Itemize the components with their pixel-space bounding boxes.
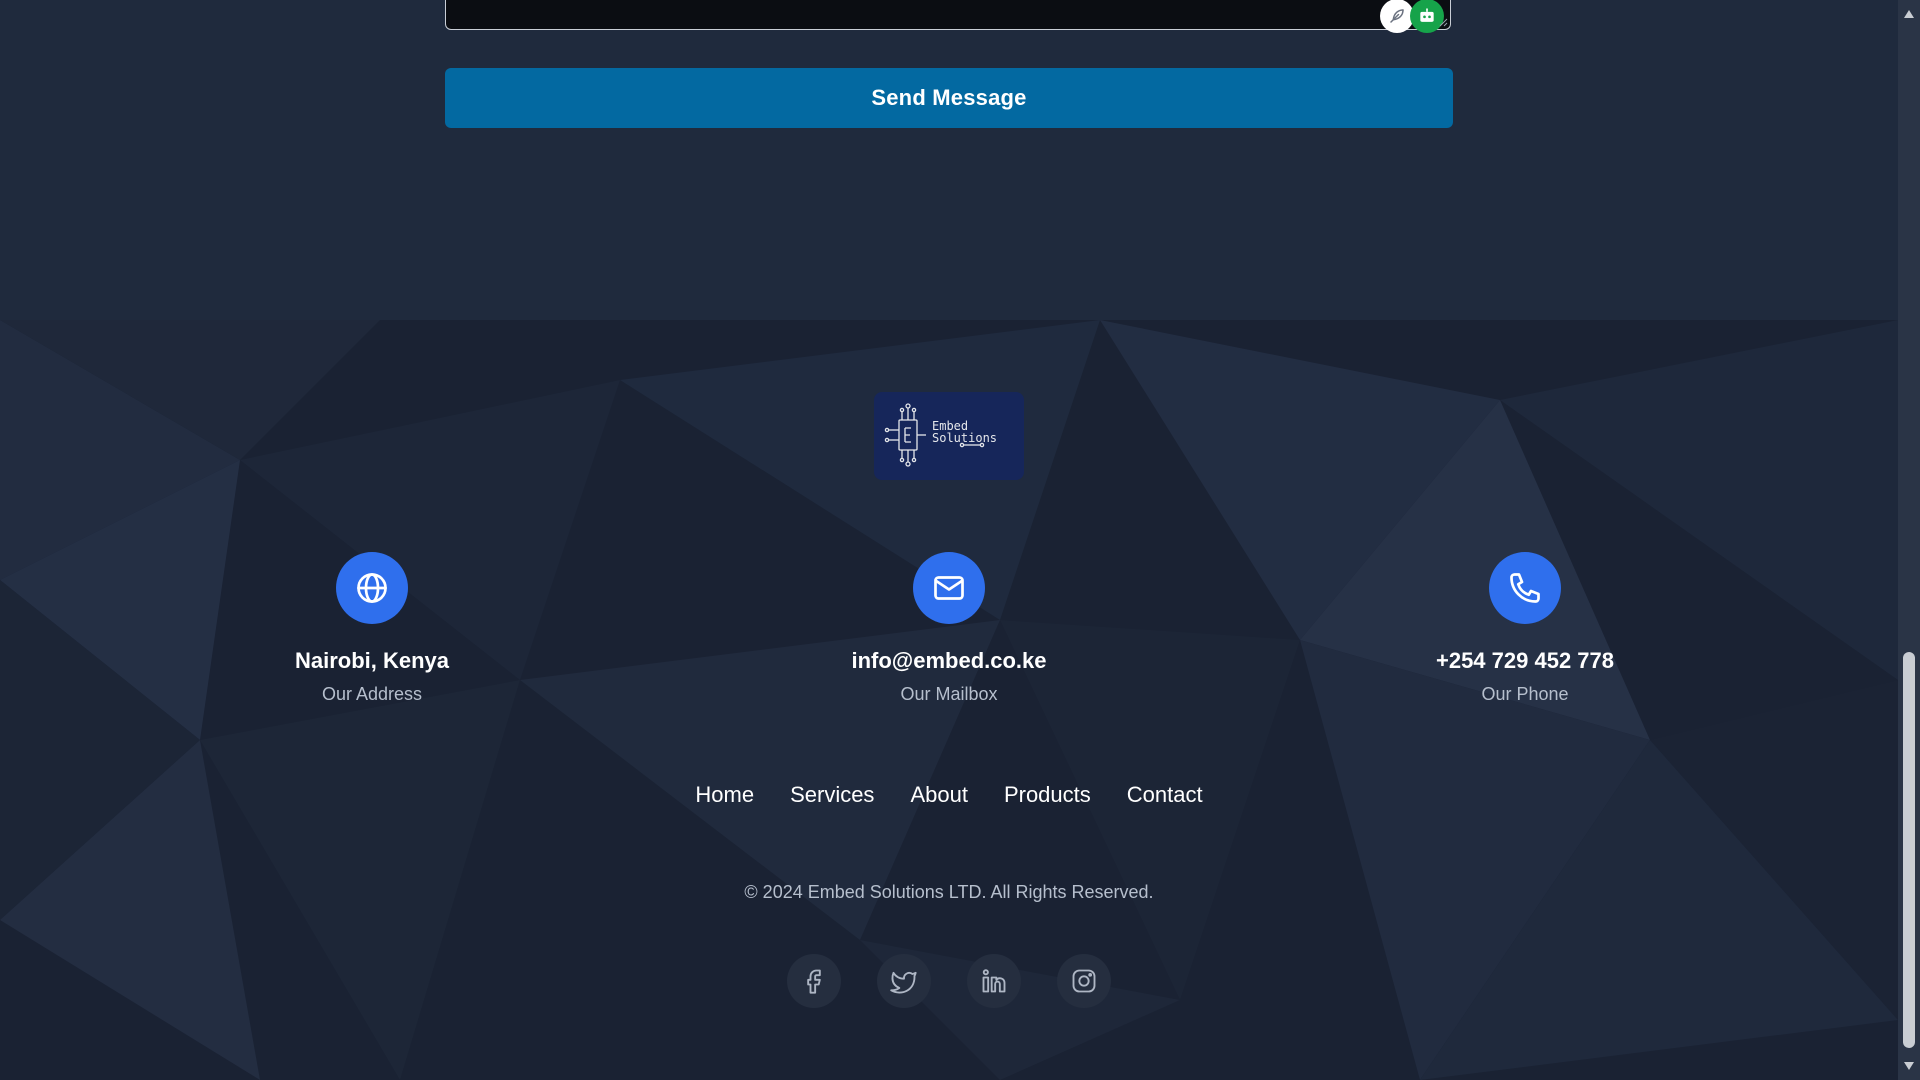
mailbox-icon-circle	[913, 552, 985, 624]
textarea-extension-tools	[1380, 0, 1444, 33]
embed-solutions-logo: Embed Solutions	[884, 403, 997, 467]
phone-icon	[1510, 573, 1540, 603]
robot-icon	[1420, 8, 1434, 22]
twitter-icon	[890, 971, 917, 994]
linkedin-link[interactable]	[967, 954, 1021, 1008]
address-value: Nairobi, Kenya	[294, 648, 450, 673]
feather-icon	[1390, 9, 1404, 23]
page: Send Message Embed Solutions Nairobi, Ke…	[0, 0, 1898, 1080]
linkedin-icon	[982, 969, 1006, 993]
address-label: Our Address	[321, 684, 423, 704]
copyright-text: © 2024 Embed Solutions LTD. All Rights R…	[744, 882, 1154, 902]
footer-nav: Home Services About Products Contact	[0, 782, 1898, 808]
mail-icon	[934, 576, 964, 600]
site-footer: Embed Solutions Nairobi, Kenya Our Addre…	[0, 320, 1898, 1080]
footer-nav-contact[interactable]: Contact	[1127, 782, 1203, 808]
phone-icon-circle	[1489, 552, 1561, 624]
writing-assistant-button[interactable]	[1380, 0, 1414, 33]
social-links	[0, 954, 1898, 1008]
phone-link[interactable]: +254 729 452 778	[1325, 648, 1725, 674]
footer-nav-services[interactable]: Services	[790, 782, 874, 808]
resize-grip-icon[interactable]	[1438, 17, 1448, 27]
triangle-up-icon	[1904, 10, 1914, 18]
triangle-down-icon	[1904, 1062, 1914, 1070]
contact-phone: +254 729 452 778 Our Phone	[1325, 552, 1725, 705]
phone-label: Our Phone	[1481, 684, 1569, 704]
instagram-link[interactable]	[1057, 954, 1111, 1008]
instagram-icon	[1072, 969, 1096, 993]
mailbox-label: Our Mailbox	[900, 684, 998, 704]
company-logo[interactable]: Embed Solutions	[874, 392, 1024, 480]
scroll-down-arrow[interactable]	[1898, 1056, 1920, 1076]
contact-address: Nairobi, Kenya Our Address	[172, 552, 572, 705]
footer-nav-about[interactable]: About	[910, 782, 968, 808]
twitter-link[interactable]	[877, 954, 931, 1008]
scroll-up-arrow[interactable]	[1898, 4, 1920, 24]
address-icon-circle	[336, 552, 408, 624]
globe-icon	[357, 573, 387, 603]
footer-nav-home[interactable]: Home	[695, 782, 754, 808]
logo-text-line2: Solutions	[932, 431, 997, 445]
send-message-button[interactable]: Send Message	[445, 68, 1453, 128]
facebook-icon	[807, 969, 821, 994]
facebook-link[interactable]	[787, 954, 841, 1008]
vertical-scrollbar[interactable]	[1898, 0, 1920, 1080]
footer-nav-products[interactable]: Products	[1004, 782, 1091, 808]
contact-mailbox: info@embed.co.ke Our Mailbox	[749, 552, 1149, 705]
scrollbar-thumb[interactable]	[1903, 652, 1915, 1048]
message-textarea[interactable]	[445, 0, 1451, 33]
email-link[interactable]: info@embed.co.ke	[749, 648, 1149, 674]
contact-form-section: Send Message	[0, 0, 1898, 320]
